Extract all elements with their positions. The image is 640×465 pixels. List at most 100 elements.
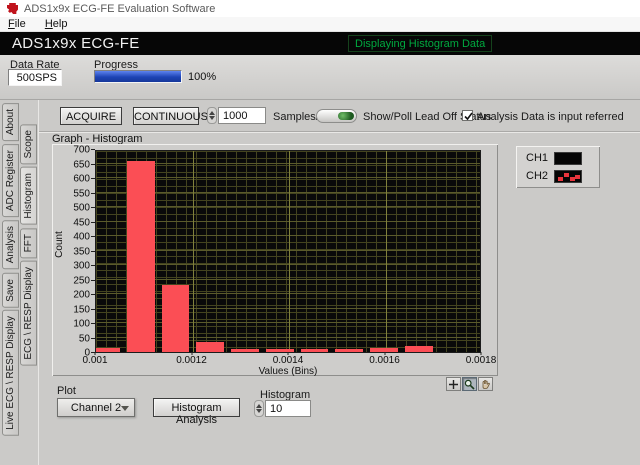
y-tick-label: 50	[78, 333, 90, 344]
x-tick-mark	[480, 352, 482, 355]
continuous-button[interactable]: CONTINUOUS	[133, 107, 208, 125]
magnifier-icon	[464, 379, 475, 390]
acquire-button[interactable]: ACQUIRE	[60, 107, 122, 125]
x-tick-label: 0.001	[82, 355, 108, 366]
x-tick-mark	[191, 352, 192, 355]
y-tick-label: 450	[73, 217, 90, 228]
checkmark-icon	[464, 112, 473, 121]
y-tick-label: 250	[73, 275, 90, 286]
window-title: ADS1x9x ECG-FE Evaluation Software	[24, 3, 216, 15]
app-title: ADS1x9x ECG-FE	[12, 35, 140, 52]
histogram-bar	[265, 349, 294, 352]
gridline-vertical	[385, 151, 387, 352]
menu-file[interactable]: File	[0, 17, 34, 32]
histogram-bar	[161, 285, 190, 352]
y-tick-label: 550	[73, 188, 90, 199]
tab-scope[interactable]: Scope	[20, 124, 37, 165]
legend-label-ch1: CH1	[526, 152, 549, 164]
histogram-bar	[370, 347, 398, 352]
tab-histogram[interactable]: Histogram	[20, 167, 37, 225]
menu-help[interactable]: Help	[37, 17, 76, 32]
y-tick-label: 300	[73, 260, 90, 272]
pan-tool-button[interactable]	[478, 377, 493, 391]
status-message: Displaying Histogram Data	[348, 35, 493, 52]
gridline-vertical	[192, 151, 194, 352]
tab-column-inner: Scope Histogram FFT ECG \ RESP Display	[20, 124, 37, 366]
tab-ecg-resp-display[interactable]: ECG \ RESP Display	[20, 261, 37, 366]
tab-live-ecg-resp-display[interactable]: Live ECG \ RESP Display	[2, 310, 19, 437]
graph-widget: Count 0 50 100 150 200 250 300 350 400 450 500 550 6…	[52, 144, 498, 377]
histogram-bar	[335, 349, 364, 352]
tab-adc-register[interactable]: ADC Register	[2, 144, 19, 218]
ti-logo-icon	[7, 3, 18, 14]
x-tick-label: 0.0018	[465, 355, 497, 366]
histogram-bar	[231, 349, 259, 352]
app-header: ADS1x9x ECG-FE Displaying Histogram Data	[0, 32, 640, 55]
crosshair-tool-button[interactable]	[446, 377, 461, 391]
samples-input[interactable]: 1000	[218, 107, 266, 124]
y-tick-label: 200	[73, 289, 90, 301]
histogram-bins-input[interactable]: 10	[265, 400, 311, 417]
hand-icon	[482, 379, 490, 389]
legend-ch2-pattern	[558, 176, 563, 181]
zoom-tool-button[interactable]	[462, 377, 477, 391]
legend-swatch-ch2	[554, 169, 582, 183]
menubar: File Help	[0, 17, 640, 32]
leadoff-toggle-knob[interactable]	[338, 112, 354, 120]
histogram-bar	[96, 347, 121, 352]
samples-decrement-icon[interactable]	[209, 116, 215, 120]
tab-fft[interactable]: FFT	[20, 227, 37, 259]
x-tick-label: 0.0016	[369, 355, 400, 366]
x-tick-mark	[384, 352, 385, 355]
plot-label: Plot	[57, 385, 76, 397]
analysis-input-referred-checkbox[interactable]	[462, 110, 473, 121]
channel-select-dropdown[interactable]: Channel 2	[57, 398, 135, 417]
y-tick-label: 650	[73, 159, 90, 170]
plot-area[interactable]	[95, 150, 481, 353]
tab-analysis[interactable]: Analysis	[2, 220, 19, 270]
y-tick-label: 400	[73, 231, 90, 243]
legend-swatch-ch1	[554, 151, 582, 165]
progress-bar-fill	[95, 71, 181, 82]
leadoff-toggle[interactable]	[316, 109, 357, 123]
window-titlebar: ADS1x9x ECG-FE Evaluation Software	[0, 0, 640, 17]
x-tick-mark	[287, 352, 289, 355]
histogram-bar	[126, 160, 155, 352]
histogram-bar	[300, 348, 329, 352]
y-tick-label: 350	[73, 246, 90, 257]
gridline-vertical	[289, 151, 290, 352]
legend-label-ch2: CH2	[526, 170, 549, 182]
histogram-bar	[404, 345, 433, 352]
histogram-analysis-button[interactable]: Histogram Analysis	[153, 398, 240, 426]
y-tick-label: 100	[73, 318, 90, 330]
graph-tools-palette	[446, 377, 493, 391]
analysis-checkbox-label: Analysis Data is input referred	[477, 111, 624, 123]
channel-select-value: Channel 2	[70, 402, 122, 414]
y-tick-label: 600	[73, 173, 90, 185]
x-tick-label: 0.0014	[272, 355, 304, 366]
x-axis-label: Values (Bins)	[258, 366, 318, 377]
legend-row-ch2[interactable]: CH2	[526, 168, 600, 184]
progress-bar	[94, 70, 182, 83]
histogram-bar	[196, 341, 225, 352]
bins-decrement-icon[interactable]	[256, 409, 262, 413]
bins-increment-icon[interactable]	[256, 404, 262, 408]
samples-increment-icon[interactable]	[209, 111, 215, 115]
tab-page-edge	[38, 100, 39, 465]
x-tick-mark	[94, 352, 96, 355]
legend-row-ch1[interactable]: CH1	[526, 150, 600, 166]
crosshair-icon	[449, 379, 458, 389]
x-tick-label: 0.0012	[176, 355, 207, 366]
samples-stepper[interactable]	[207, 107, 217, 124]
tab-save[interactable]: Save	[2, 272, 19, 308]
channel-legend: CH1 CH2	[516, 146, 600, 188]
y-tick-label: 500	[73, 202, 90, 214]
y-tick-label: 700	[73, 144, 90, 156]
application-window: ADS1x9x ECG-FE Evaluation Software File …	[0, 0, 640, 465]
progress-percent: 100%	[188, 71, 217, 83]
data-rate-value: 500SPS	[8, 69, 62, 86]
histogram-bins-stepper[interactable]	[254, 400, 264, 417]
tab-about[interactable]: About	[2, 103, 19, 142]
y-tick-label: 150	[73, 304, 90, 315]
chevron-down-icon	[121, 406, 129, 411]
